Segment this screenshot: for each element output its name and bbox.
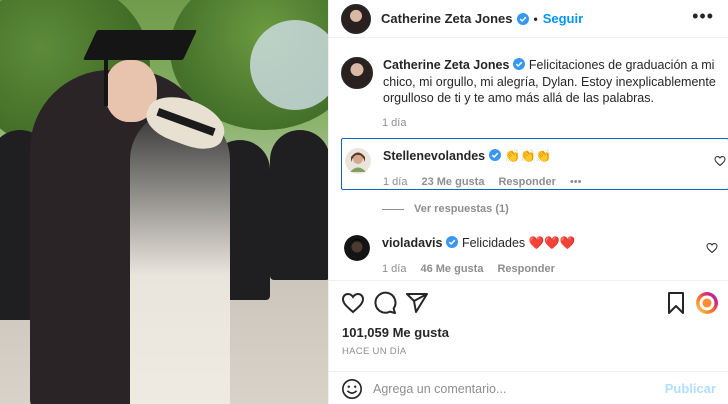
add-comment-bar: Publicar bbox=[329, 371, 728, 404]
commenter-avatar[interactable] bbox=[345, 148, 371, 174]
verified-badge-icon bbox=[513, 58, 526, 70]
comment-like-heart-icon[interactable] bbox=[714, 155, 726, 167]
publish-button[interactable]: Publicar bbox=[665, 381, 716, 396]
comment-likes[interactable]: 23 Me gusta bbox=[421, 176, 484, 188]
photo-tassel bbox=[104, 46, 108, 106]
view-replies-button[interactable]: Ver respuestas (1) bbox=[382, 203, 509, 215]
post-actions: 101,059 Me gusta HACE UN DÍA Publicar bbox=[329, 280, 728, 404]
post-photo[interactable] bbox=[0, 0, 328, 404]
comment-body: violadavis Felicidades ❤️❤️❤️ bbox=[382, 235, 575, 261]
heart-icon[interactable] bbox=[341, 291, 365, 315]
comment-text: Felicidades ❤️❤️❤️ bbox=[461, 236, 576, 250]
follow-button[interactable]: Seguir bbox=[543, 11, 583, 26]
commenter-avatar[interactable] bbox=[344, 235, 370, 261]
comment-item: violadavis Felicidades ❤️❤️❤️ bbox=[344, 235, 575, 261]
emoji-icon[interactable] bbox=[341, 378, 363, 400]
photo-graduate bbox=[270, 130, 328, 280]
comment-item: Stellenevolandes 👏👏👏 bbox=[345, 148, 551, 174]
post-time: HACE UN DÍA bbox=[342, 346, 407, 357]
post-sidebar: Catherine Zeta Jones • Seguir ••• Cather… bbox=[328, 0, 728, 404]
more-options-icon[interactable]: ••• bbox=[692, 7, 714, 25]
comment-body: Stellenevolandes 👏👏👏 bbox=[383, 148, 551, 174]
comment-more-icon[interactable]: ••• bbox=[570, 176, 582, 188]
highlighted-comment[interactable]: Stellenevolandes 👏👏👏 1 día 23 Me gusta R… bbox=[341, 138, 728, 190]
comment-time: 1 día bbox=[382, 263, 407, 275]
comment-meta: 1 día 23 Me gusta Responder ••• bbox=[383, 176, 581, 188]
separator-dot: • bbox=[533, 11, 538, 26]
comment-like-heart-icon[interactable] bbox=[706, 242, 718, 254]
view-replies-label[interactable]: Ver respuestas (1) bbox=[414, 203, 509, 215]
photo-graduation-cap bbox=[83, 30, 197, 60]
reply-button[interactable]: Responder bbox=[498, 176, 555, 188]
photo-woman bbox=[130, 110, 230, 404]
comment-time: 1 día bbox=[383, 176, 408, 188]
caption-avatar[interactable] bbox=[341, 57, 373, 89]
comment-username[interactable]: violadavis bbox=[382, 236, 442, 250]
caption-author[interactable]: Catherine Zeta Jones bbox=[383, 58, 509, 72]
verified-badge-icon bbox=[446, 236, 459, 248]
profile-badge-icon[interactable] bbox=[695, 291, 719, 315]
caption-text: Catherine Zeta Jones Felicitaciones de g… bbox=[383, 57, 716, 107]
replies-line bbox=[382, 208, 404, 210]
comment-input[interactable] bbox=[373, 381, 663, 396]
post-header: Catherine Zeta Jones • Seguir ••• bbox=[329, 0, 728, 38]
author-avatar[interactable] bbox=[341, 3, 371, 34]
verified-badge-icon bbox=[516, 12, 529, 25]
comment-text: 👏👏👏 bbox=[504, 149, 552, 163]
comment-meta: 1 día 46 Me gusta Responder bbox=[382, 263, 555, 275]
post-caption: Catherine Zeta Jones Felicitaciones de g… bbox=[341, 57, 716, 107]
reply-button[interactable]: Responder bbox=[497, 263, 554, 275]
verified-badge-icon bbox=[489, 149, 502, 161]
caption-time: 1 día bbox=[382, 117, 407, 129]
bookmark-icon[interactable] bbox=[664, 291, 688, 315]
comment-likes[interactable]: 46 Me gusta bbox=[420, 263, 483, 275]
author-username[interactable]: Catherine Zeta Jones bbox=[381, 11, 513, 26]
instagram-post: Catherine Zeta Jones • Seguir ••• Cather… bbox=[0, 0, 728, 404]
share-icon[interactable] bbox=[405, 291, 429, 315]
comment-icon[interactable] bbox=[373, 291, 397, 315]
likes-count[interactable]: 101,059 Me gusta bbox=[342, 325, 449, 340]
comment-username[interactable]: Stellenevolandes bbox=[383, 149, 485, 163]
